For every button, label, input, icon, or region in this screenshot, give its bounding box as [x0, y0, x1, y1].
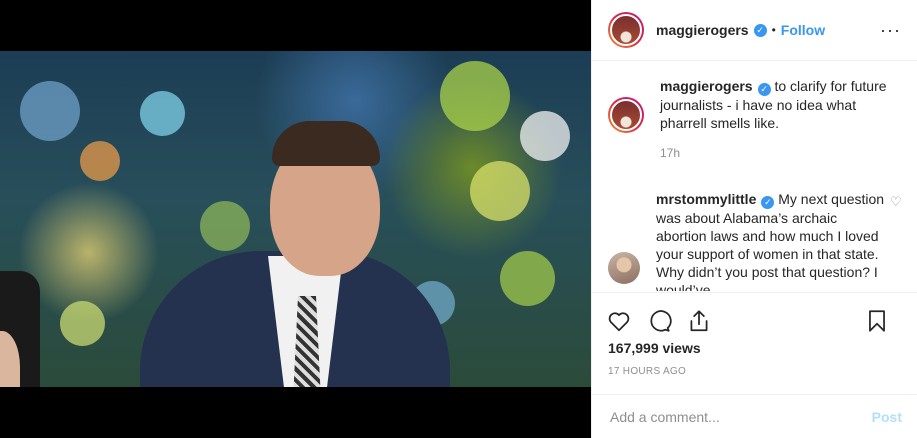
bokeh-light — [500, 251, 555, 306]
comments-list[interactable]: maggierogers ✓ to clarify for future jour… — [592, 61, 917, 291]
bokeh-light — [470, 161, 530, 221]
comment-input[interactable] — [608, 407, 872, 426]
caption-text: maggierogers ✓ to clarify for future jour… — [660, 77, 900, 132]
post-side-panel: maggierogers ✓ • Follow ··· maggierogers… — [591, 0, 917, 438]
comment-icon[interactable] — [646, 308, 672, 334]
more-options-icon[interactable]: ··· — [880, 20, 901, 41]
post-header: maggierogers ✓ • Follow ··· — [592, 0, 917, 61]
bokeh-light — [60, 301, 105, 346]
verified-badge-icon: ✓ — [757, 83, 771, 96]
comment-like-heart-icon[interactable]: ♡ — [890, 194, 902, 209]
comment-item: mrstommylittle ✓ My next question was abo… — [608, 186, 902, 291]
side-guest — [0, 271, 40, 387]
post-button[interactable]: Post — [872, 409, 902, 425]
bokeh-light — [200, 201, 250, 251]
caption-comment: maggierogers ✓ to clarify for future jour… — [608, 61, 902, 160]
separator-dot: • — [771, 23, 776, 37]
comment-avatar[interactable] — [608, 252, 640, 284]
comment-username[interactable]: maggierogers — [660, 78, 753, 94]
comment-avatar[interactable] — [608, 97, 644, 133]
bookmark-icon[interactable] — [864, 308, 890, 334]
host-hair — [272, 121, 380, 166]
follow-button[interactable]: Follow — [781, 22, 825, 38]
post-timestamp[interactable]: 17 HOURS AGO — [608, 366, 686, 377]
video-frame[interactable]: 10 — [0, 51, 591, 387]
bokeh-light — [440, 61, 510, 131]
bokeh-light — [520, 111, 570, 161]
comment-username[interactable]: mrstommylittle — [656, 191, 756, 207]
author-avatar[interactable] — [608, 12, 644, 48]
comment-time[interactable]: 17h — [660, 146, 900, 160]
verified-badge-icon: ✓ — [761, 196, 775, 209]
bokeh-light — [80, 141, 120, 181]
comment-composer: Post — [592, 394, 917, 438]
share-icon[interactable] — [686, 308, 712, 334]
video-player[interactable]: 10 — [0, 0, 591, 438]
author-username[interactable]: maggierogers — [656, 22, 749, 38]
comment-text-block: mrstommylittle ✓ My next question was abo… — [656, 190, 888, 291]
view-count[interactable]: 167,999 views — [608, 340, 701, 356]
bokeh-light — [20, 81, 80, 141]
heart-icon[interactable] — [606, 308, 632, 334]
verified-badge-icon: ✓ — [753, 23, 767, 37]
bokeh-light — [140, 91, 185, 136]
